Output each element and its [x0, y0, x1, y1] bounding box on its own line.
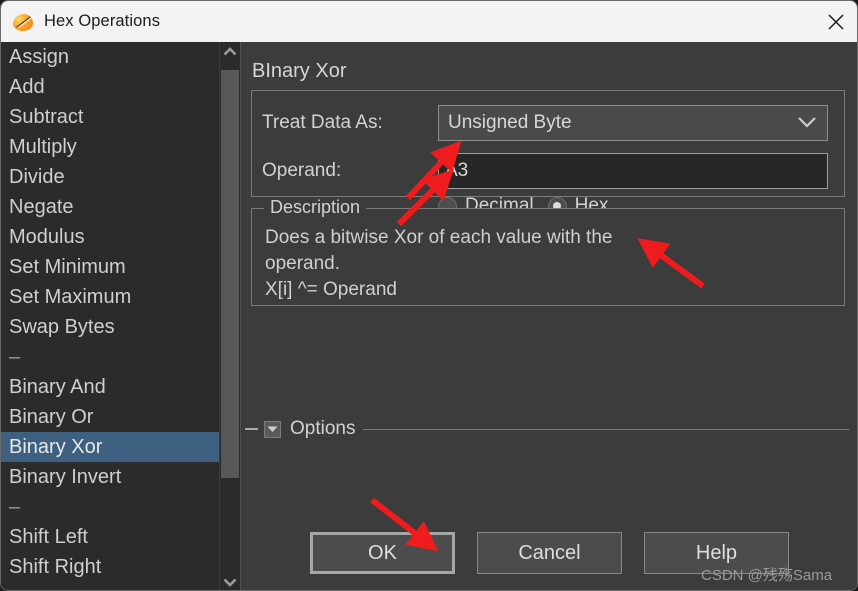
operation-list-pane: Assign Add Subtract Multiply Divide Negate Mod…: [1, 42, 241, 590]
list-item[interactable]: Divide: [1, 162, 220, 192]
treat-data-as-select[interactable]: Unsigned Byte: [438, 105, 828, 141]
description-line-1: Does a bitwise Xor of each value with th…: [265, 227, 613, 248]
options-section-header[interactable]: Options: [245, 416, 849, 442]
treat-data-as-row: Treat Data As: Unsigned Byte: [262, 105, 828, 141]
list-item[interactable]: Binary Invert: [1, 462, 220, 492]
list-item[interactable]: Binary Or: [1, 402, 220, 432]
operation-list-scrollbar[interactable]: [219, 42, 240, 590]
window-title: Hex Operations: [44, 12, 161, 30]
operand-value: A3: [445, 160, 469, 181]
description-text: Does a bitwise Xor of each value with th…: [265, 225, 825, 303]
hex-operations-icon: [12, 11, 34, 33]
page-title: BInary Xor: [252, 60, 347, 82]
list-item[interactable]: Swap Bytes: [1, 312, 220, 342]
description-legend: Description: [264, 197, 367, 218]
list-separator: –: [9, 346, 21, 368]
list-item[interactable]: Shift Left: [1, 522, 220, 552]
treat-data-as-value: Unsigned Byte: [448, 112, 572, 133]
hex-operations-dialog: Hex Operations Assign Add Subtract Multiply…: [0, 0, 858, 591]
chevron-down-icon[interactable]: [220, 572, 240, 590]
list-item[interactable]: Binary And: [1, 372, 220, 402]
options-dash-icon: [245, 428, 258, 430]
cancel-button[interactable]: Cancel: [477, 532, 622, 574]
operand-row: Operand: A3: [262, 153, 828, 189]
operation-list[interactable]: Assign Add Subtract Multiply Divide Negate Mod…: [1, 42, 220, 582]
options-divider: [363, 428, 849, 430]
chevron-up-icon[interactable]: [220, 42, 240, 62]
input-group: Treat Data As: Unsigned Byte Operand: A3: [251, 90, 845, 216]
description-group: Description Does a bitwise Xor of each v…: [251, 197, 845, 306]
list-item[interactable]: Subtract: [1, 102, 220, 132]
list-item[interactable]: Binary Xor: [1, 432, 220, 462]
options-label: Options: [290, 418, 356, 439]
list-item[interactable]: Set Minimum: [1, 252, 220, 282]
list-item[interactable]: Add: [1, 72, 220, 102]
watermark: CSDN @残殇Sama: [701, 567, 833, 584]
operation-detail-pane: BInary Xor Treat Data As: Unsigned Byte: [241, 42, 857, 590]
description-line-3: X[i] ^= Operand: [265, 279, 397, 300]
collapse-toggle-icon[interactable]: [264, 420, 281, 438]
dialog-body: Assign Add Subtract Multiply Divide Negate Mod…: [1, 42, 857, 590]
list-item[interactable]: Assign: [1, 42, 220, 72]
title-bar: Hex Operations: [1, 1, 857, 42]
list-separator: –: [9, 496, 21, 518]
ok-button[interactable]: OK: [310, 532, 455, 574]
treat-data-as-label: Treat Data As:: [262, 112, 383, 133]
list-item[interactable]: Modulus: [1, 222, 220, 252]
list-item[interactable]: Negate: [1, 192, 220, 222]
close-icon[interactable]: [812, 1, 857, 42]
operand-label: Operand:: [262, 160, 342, 181]
operand-input[interactable]: A3: [438, 153, 828, 189]
chevron-down-icon: [797, 115, 817, 134]
description-line-2: operand.: [265, 253, 341, 274]
list-item[interactable]: Set Maximum: [1, 282, 220, 312]
scrollbar-thumb[interactable]: [221, 70, 239, 478]
list-item[interactable]: Shift Right: [1, 552, 220, 582]
list-item[interactable]: Multiply: [1, 132, 220, 162]
